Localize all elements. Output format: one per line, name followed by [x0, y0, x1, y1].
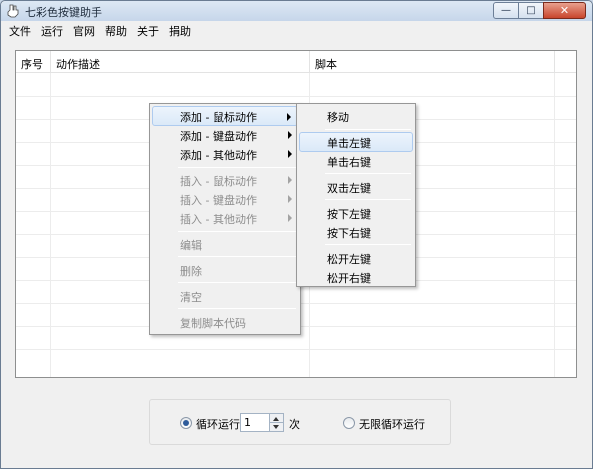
submenu-item-release-left[interactable]: 松开左键 [299, 248, 413, 268]
menu-item-delete[interactable]: 删除 [152, 260, 298, 280]
context-menu: 添加 - 鼠标动作 添加 - 键盘动作 添加 - 其他动作 插入 - 鼠标动作 … [149, 103, 301, 335]
window-controls: — □ ✕ [493, 2, 586, 19]
menu-bar: 文件 运行 官网 帮助 关于 捐助 [1, 21, 592, 39]
minimize-button[interactable]: — [493, 2, 519, 19]
submenu-item-release-right[interactable]: 松开右键 [299, 267, 413, 287]
close-button[interactable]: ✕ [543, 2, 586, 19]
menu-item-label: 添加 - 其他动作 [180, 149, 257, 162]
maximize-icon: □ [526, 5, 536, 16]
submenu-arrow-icon [288, 214, 292, 222]
loop-unit-label: 次 [289, 418, 300, 431]
menu-item-add-keyboard-action[interactable]: 添加 - 键盘动作 [152, 125, 298, 145]
mouse-action-submenu: 移动 单击左键 单击右键 双击左键 按下左键 按下右键 松开左键 松开右键 [296, 103, 416, 287]
infinite-loop-label[interactable]: 无限循环运行 [359, 416, 425, 432]
infinite-loop-radio[interactable] [343, 417, 355, 429]
submenu-item-press-left[interactable]: 按下左键 [299, 203, 413, 223]
menu-item-label: 添加 - 键盘动作 [180, 130, 257, 143]
menu-donate[interactable]: 捐助 [164, 21, 196, 39]
menu-separator [178, 256, 296, 257]
submenu-arrow-icon [287, 113, 291, 121]
menu-file[interactable]: 文件 [4, 21, 36, 39]
submenu-arrow-icon [288, 131, 292, 139]
window-title: 七彩色按键助手 [25, 6, 102, 19]
grid-row-line [16, 96, 576, 97]
column-header-index[interactable]: 序号 [16, 51, 51, 73]
spin-down-icon[interactable] [273, 425, 279, 429]
submenu-item-left-click[interactable]: 单击左键 [299, 132, 413, 152]
menu-item-label: 插入 - 鼠标动作 [180, 175, 257, 188]
run-options-panel: 循环运行 次 无限循环运行 [149, 399, 451, 445]
menu-item-label: 插入 - 其他动作 [180, 213, 257, 226]
maximize-button[interactable]: □ [518, 2, 544, 19]
menu-about[interactable]: 关于 [132, 21, 164, 39]
menu-item-copy-script[interactable]: 复制脚本代码 [152, 312, 298, 332]
close-icon: ✕ [559, 4, 570, 17]
menu-website[interactable]: 官网 [68, 21, 100, 39]
submenu-item-press-right[interactable]: 按下右键 [299, 222, 413, 242]
grid-header: 序号 动作描述 脚本 [16, 51, 576, 73]
menu-separator [178, 231, 296, 232]
menu-item-label: 插入 - 键盘动作 [180, 194, 257, 207]
submenu-item-move[interactable]: 移动 [299, 106, 413, 126]
stepper-divider [270, 422, 283, 423]
menu-separator [325, 199, 411, 200]
menu-item-insert-other-action[interactable]: 插入 - 其他动作 [152, 208, 298, 228]
submenu-arrow-icon [288, 176, 292, 184]
loop-count-stepper[interactable] [270, 413, 284, 432]
menu-item-add-mouse-action[interactable]: 添加 - 鼠标动作 [152, 106, 298, 126]
menu-item-insert-mouse-action[interactable]: 插入 - 鼠标动作 [152, 170, 298, 190]
submenu-arrow-icon [288, 195, 292, 203]
menu-help[interactable]: 帮助 [100, 21, 132, 39]
menu-item-insert-keyboard-action[interactable]: 插入 - 键盘动作 [152, 189, 298, 209]
loop-count-input[interactable] [240, 413, 270, 432]
loop-run-radio[interactable] [180, 417, 192, 429]
menu-item-edit[interactable]: 编辑 [152, 234, 298, 254]
title-bar[interactable]: 七彩色按键助手 — □ ✕ [1, 1, 592, 21]
menu-item-add-other-action[interactable]: 添加 - 其他动作 [152, 144, 298, 164]
submenu-arrow-icon [288, 150, 292, 158]
menu-separator [325, 129, 411, 130]
column-header-script[interactable]: 脚本 [310, 51, 555, 73]
minimize-icon: — [501, 5, 511, 16]
submenu-item-right-click[interactable]: 单击右键 [299, 151, 413, 171]
app-icon [7, 4, 19, 18]
menu-run[interactable]: 运行 [36, 21, 68, 39]
column-header-description[interactable]: 动作描述 [51, 51, 310, 73]
loop-run-label[interactable]: 循环运行 [196, 416, 240, 432]
menu-separator [325, 244, 411, 245]
menu-item-label: 添加 - 鼠标动作 [180, 111, 257, 124]
main-window: 七彩色按键助手 — □ ✕ 文件 运行 官网 帮助 关于 捐助 序号 动作描述 … [0, 0, 593, 469]
submenu-item-double-left-click[interactable]: 双击左键 [299, 177, 413, 197]
menu-item-clear[interactable]: 清空 [152, 286, 298, 306]
spin-up-icon[interactable] [273, 417, 279, 421]
menu-separator [325, 173, 411, 174]
menu-separator [178, 308, 296, 309]
grid-row-line [16, 349, 576, 350]
menu-separator [178, 282, 296, 283]
menu-separator [178, 167, 296, 168]
